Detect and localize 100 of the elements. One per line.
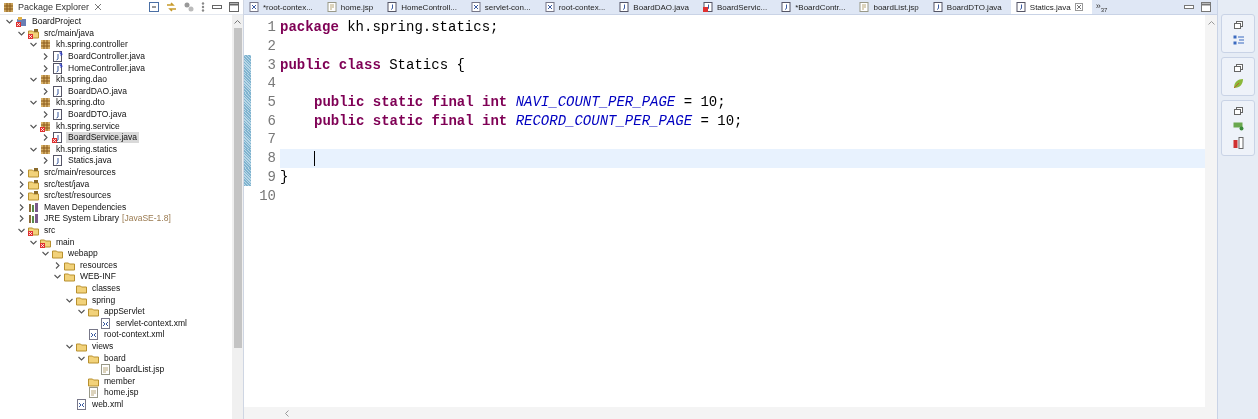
expanded-chevron-icon[interactable] [78,354,85,362]
tree-item[interactable]: JRE System Library [JavaSE-1.8] [42,213,173,225]
tree-item[interactable]: BoardController.java [66,51,147,63]
minimize-icon[interactable] [212,4,222,10]
collapsed-chevron-icon[interactable] [42,87,49,95]
tree-item[interactable]: kh.spring.controller [54,39,130,51]
close-icon[interactable] [94,3,103,11]
tree-item[interactable]: kh.spring.statics [54,143,119,155]
editor-tab[interactable]: Statics.java [1010,0,1092,14]
editor-tab[interactable]: servlet-con... [465,0,540,14]
text-cursor [314,150,315,166]
tree-item[interactable]: webapp [66,248,100,260]
tree-item[interactable]: kh.spring.service [54,120,122,132]
scrollbar[interactable] [1205,15,1217,419]
collapsed-chevron-icon[interactable] [18,180,25,188]
minimize-icon[interactable] [1184,4,1194,10]
tree-item[interactable]: resources [78,259,120,271]
tree-item[interactable]: member [102,375,138,387]
collapsed-chevron-icon[interactable] [42,64,49,72]
expanded-chevron-icon[interactable] [42,250,49,258]
tree-item[interactable]: BoardDTO.java [66,109,129,121]
tree-item[interactable]: src/test/resources [42,190,114,202]
leaf-icon[interactable] [1232,78,1244,89]
restore-icon[interactable] [1233,107,1243,115]
expanded-chevron-icon[interactable] [30,41,37,49]
expanded-chevron-icon[interactable] [18,29,25,37]
expanded-chevron-icon[interactable] [30,145,37,153]
scrollbar[interactable] [232,15,243,419]
expanded-chevron-icon[interactable] [78,308,85,316]
expanded-chevron-icon[interactable] [66,296,73,304]
editor-tab[interactable]: boardList.jsp [854,0,928,14]
tree-item[interactable]: src/test/java [42,178,92,190]
tree-item[interactable]: boardList.jsp [114,364,167,376]
expanded-chevron-icon[interactable] [30,122,37,130]
close-icon[interactable] [1074,3,1083,11]
tree-item[interactable]: board [102,352,128,364]
tree-item[interactable]: Statics.java [66,155,114,167]
tree-item[interactable]: servlet-context.xml [114,317,189,329]
tree-item[interactable]: HomeController.java [66,62,147,74]
collapsed-chevron-icon[interactable] [18,169,25,176]
expanded-chevron-icon[interactable] [30,99,37,107]
tree-item[interactable]: home.jsp [102,387,141,399]
collapsed-chevron-icon[interactable] [42,157,49,165]
collapsed-chevron-icon[interactable] [18,215,25,223]
scroll-left-icon[interactable] [284,409,289,417]
tree-item[interactable]: views [90,340,116,352]
tree-item[interactable]: src/main/java [42,27,97,39]
collapsed-chevron-icon[interactable] [42,134,49,142]
tree-item[interactable]: appServlet [102,306,147,318]
code-line: public class Statics { [280,56,465,73]
collapsed-chevron-icon[interactable] [54,261,61,269]
editor-tab[interactable]: home.jsp [321,0,383,14]
editor-tab[interactable]: root-contex... [539,0,615,14]
expanded-chevron-icon[interactable] [66,342,73,350]
more-tabs-button[interactable]: »$_{37}$ [1091,1,1112,13]
tree-item[interactable]: root-context.xml [102,329,167,341]
collapsed-chevron-icon[interactable] [42,111,49,119]
code-line: public static final int NAVI_COUNT_PER_PAGE = 10; [314,94,726,111]
expanded-chevron-icon[interactable] [30,76,37,84]
collapse-all-icon[interactable] [149,2,159,12]
editor-tab[interactable]: *BoardContr... [776,0,855,14]
tree-item[interactable]: main [54,236,77,248]
maximize-icon[interactable] [1201,2,1211,12]
maximize-icon[interactable] [229,2,239,12]
outline-icon[interactable] [1232,35,1244,46]
tree-item[interactable]: spring [90,294,118,306]
scroll-up-icon[interactable] [1207,20,1215,25]
editor-tab[interactable]: *root-contex... [244,0,322,14]
expanded-chevron-icon[interactable] [6,18,13,26]
tree-item[interactable]: BoardProject [30,16,84,28]
scrollbar[interactable] [244,407,1205,419]
code-line: public static final int RECORD_COUNT_PER_PAGE = 10; [314,112,743,129]
expanded-chevron-icon[interactable] [30,238,37,246]
tree-item[interactable]: web.xml [90,398,126,410]
view-menu-icon[interactable] [201,2,205,12]
tree-item[interactable]: BoardService.java [66,132,139,144]
tree-item[interactable]: kh.spring.dto [54,97,107,109]
collapsed-chevron-icon[interactable] [42,53,49,61]
tree-item[interactable]: Maven Dependencies [42,201,129,213]
collapsed-chevron-icon[interactable] [18,203,25,211]
scrollbar-thumb[interactable] [233,28,242,348]
tree-item[interactable]: src/main/resources [42,167,118,178]
package-icon [4,2,13,12]
expanded-chevron-icon[interactable] [54,273,61,281]
tree-item[interactable]: WEB-INF [78,271,118,283]
editor-tab[interactable]: BoardDTO.java [927,0,1011,14]
editor-tab[interactable]: BoardServic... [697,0,777,14]
tree-item[interactable]: kh.spring.dao [54,74,110,86]
restore-icon[interactable] [1233,21,1243,29]
restore-icon[interactable] [1233,64,1243,72]
collapsed-chevron-icon[interactable] [18,192,25,200]
expanded-chevron-icon[interactable] [18,227,25,234]
scroll-up-icon[interactable] [234,19,241,24]
tree-item[interactable]: classes [90,282,123,294]
tree-item[interactable]: src [42,225,58,236]
link-icon[interactable] [166,2,177,12]
editor-tab[interactable]: BoardDAO.java [614,0,698,14]
tree-item[interactable]: BoardDAO.java [66,85,130,97]
editor-tab[interactable]: HomeControll... [382,0,466,14]
code-line: package kh.spring.statics; [280,19,499,36]
